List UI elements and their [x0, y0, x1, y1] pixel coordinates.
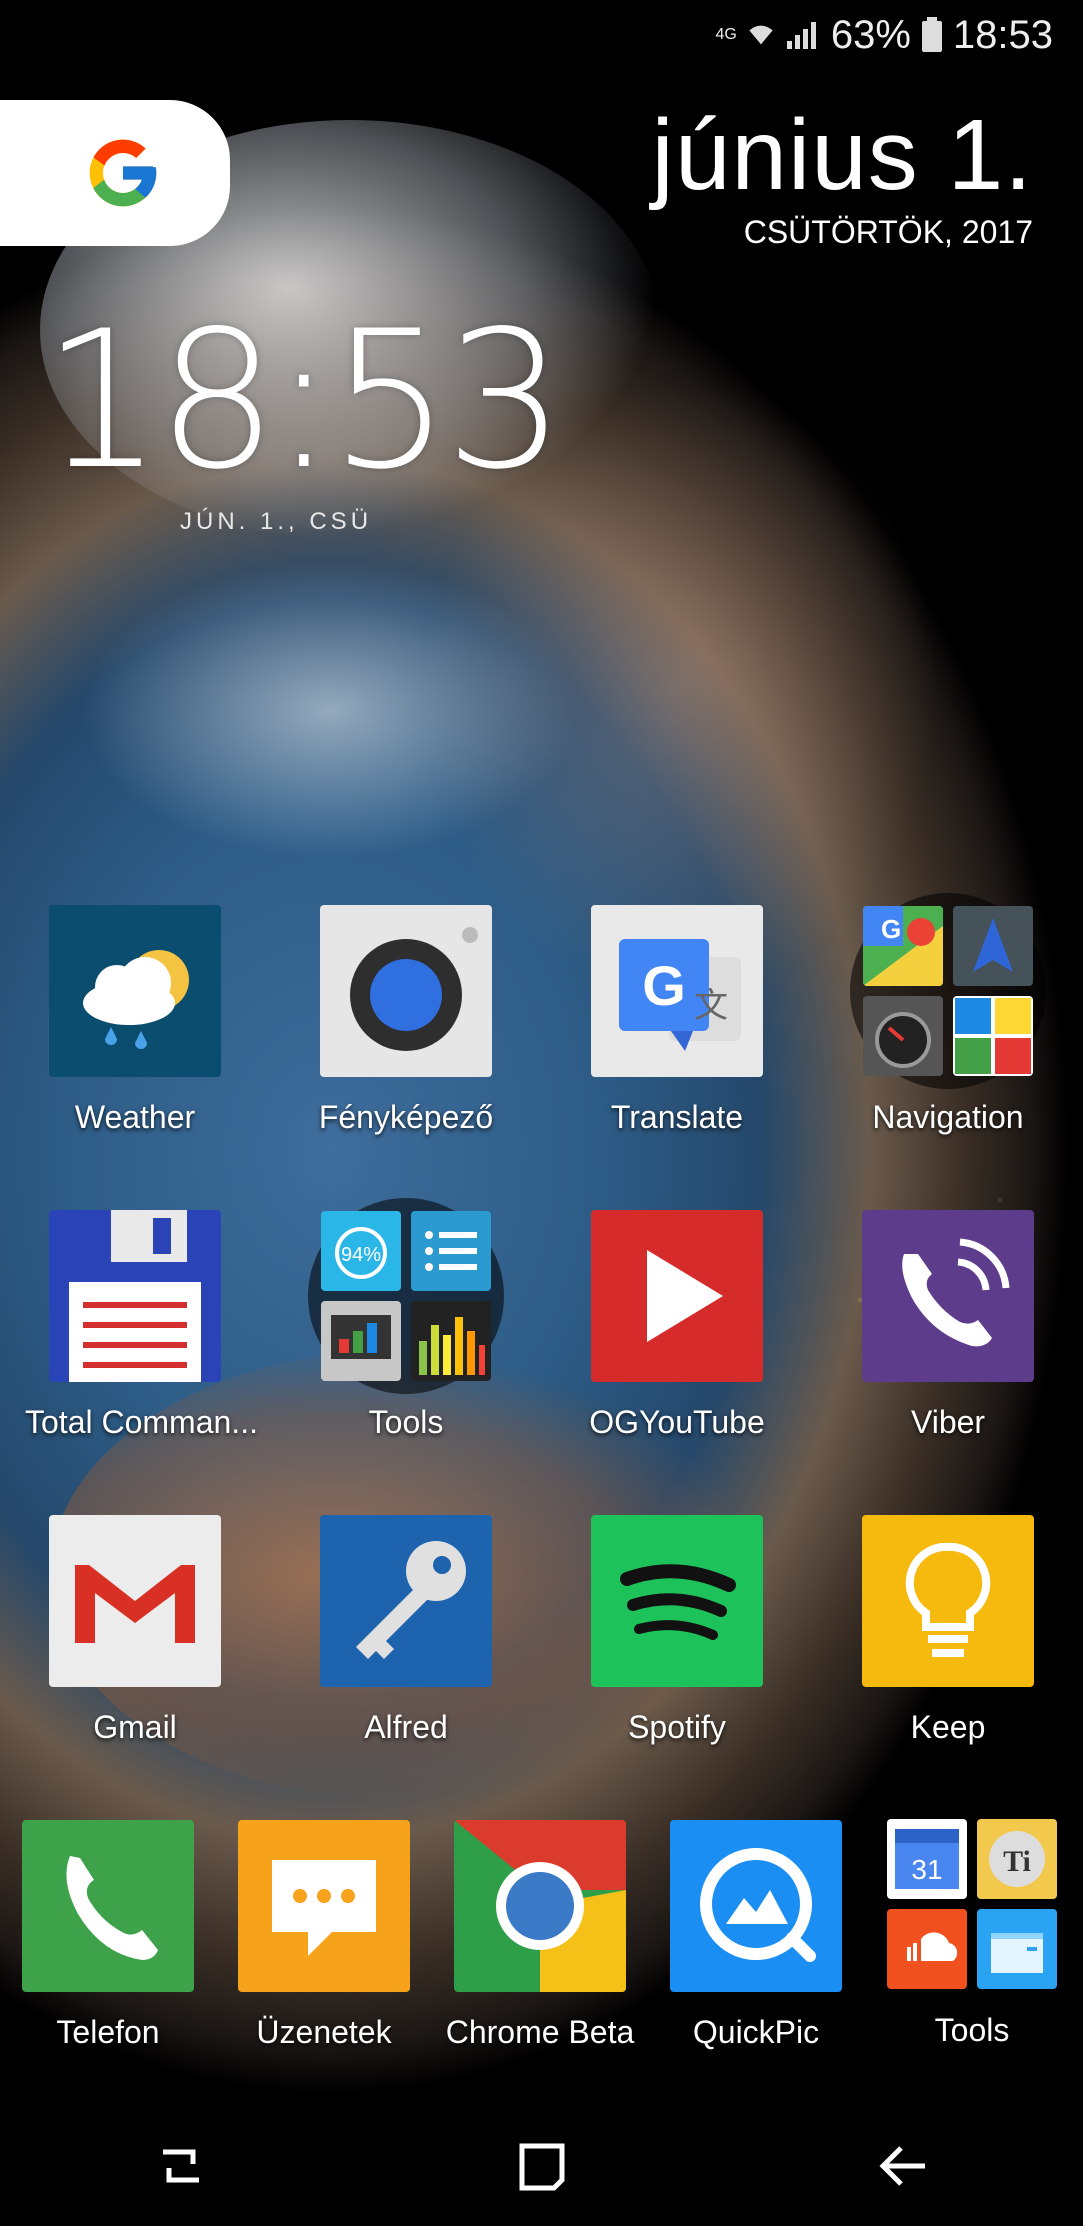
maps-icon: G — [863, 906, 943, 986]
google-icon — [89, 139, 157, 207]
chrome-icon — [454, 1820, 626, 1992]
list-icon — [411, 1211, 491, 1291]
app-label: Alfred — [364, 1709, 448, 1745]
equalizer-icon — [411, 1301, 491, 1381]
app-total-commander[interactable]: Total Comman... — [25, 1210, 258, 1441]
dock-quickpic[interactable]: QuickPic — [648, 1820, 864, 2051]
clock-date-label: JÚN. 1., CSÜ — [180, 508, 373, 535]
svg-text:G: G — [881, 914, 901, 944]
app-label: Weather — [74, 1099, 196, 1135]
camera-icon — [320, 905, 492, 1077]
floppy-disk-icon — [49, 1210, 221, 1382]
weather-icon — [49, 905, 221, 1077]
dock-folder-tools[interactable]: 31 Ti Tools — [864, 1806, 1080, 2049]
app-label: Chrome Beta — [445, 2014, 635, 2050]
lightbulb-icon — [862, 1515, 1034, 1687]
battery-percent: 63% — [830, 12, 911, 57]
play-icon — [591, 1210, 763, 1382]
home-button[interactable] — [502, 2126, 582, 2206]
app-label: Navigation — [872, 1099, 1024, 1135]
folder-icon: 31 Ti — [874, 1806, 1070, 2002]
weekday-year-label: CSÜTÖRTÖK, 2017 — [743, 214, 1033, 250]
network-label: 4G — [715, 26, 737, 43]
home-icon — [519, 2143, 564, 2191]
app-label: Viber — [910, 1404, 986, 1440]
phone-icon — [22, 1820, 194, 1992]
folder-icon: G — [850, 893, 1046, 1089]
svg-text:31: 31 — [911, 1854, 942, 1885]
app-keep[interactable]: Keep — [838, 1515, 1058, 1746]
phone-waves-icon — [862, 1210, 1034, 1382]
folder-navigation[interactable]: G Navigation — [838, 893, 1058, 1136]
app-camera[interactable]: Fényképező — [296, 905, 516, 1136]
signal-icon — [786, 22, 816, 49]
app-gmail[interactable]: Gmail — [25, 1515, 245, 1746]
app-label: Tools — [934, 2012, 1010, 2048]
app-label: OGYouTube — [589, 1404, 765, 1440]
app-alfred[interactable]: Alfred — [296, 1515, 516, 1746]
app-label: Üzenetek — [256, 2014, 392, 2050]
app-label: Tools — [368, 1404, 444, 1440]
svg-text:文: 文 — [694, 986, 728, 1026]
wifi-icon — [749, 25, 773, 45]
app-spotify[interactable]: Spotify — [567, 1515, 787, 1746]
battery-icon — [921, 17, 942, 52]
app-translate[interactable]: G 文 Translate — [567, 905, 787, 1136]
app-label: Telefon — [56, 2014, 160, 2050]
recents-button[interactable] — [141, 2126, 221, 2206]
soundcloud-icon — [887, 1909, 967, 1989]
battery-gauge-icon: 94% — [321, 1211, 401, 1291]
back-button[interactable] — [863, 2126, 943, 2206]
svg-text:Ti: Ti — [1003, 1845, 1031, 1878]
date-widget[interactable]: június 1. CSÜTÖRTÖK, 2017 — [652, 100, 1033, 251]
app-weather[interactable]: Weather — [25, 905, 245, 1136]
key-icon — [320, 1515, 492, 1687]
folder-tools[interactable]: 94% Tools — [296, 1198, 516, 1441]
recents-icon — [162, 2149, 199, 2183]
transit-icon — [953, 996, 1033, 1076]
status-bar: 4G 63% 18:53 — [715, 10, 1053, 60]
file-manager-icon — [977, 1909, 1057, 1989]
dock-telefon[interactable]: Telefon — [0, 1820, 216, 2051]
date-label: június 1. — [651, 99, 1033, 211]
dock-uzenetek[interactable]: Üzenetek — [216, 1820, 432, 2051]
app-label: Keep — [910, 1709, 986, 1745]
message-icon — [238, 1820, 410, 1992]
svg-text:94%: 94% — [341, 1244, 381, 1266]
navigation-bar — [0, 2106, 1083, 2226]
app-label: Translate — [610, 1099, 744, 1135]
app-viber[interactable]: Viber — [838, 1210, 1058, 1441]
navigation-arrow-icon — [953, 906, 1033, 986]
app-label: Total Comman... — [25, 1404, 258, 1440]
back-arrow-icon — [878, 2146, 925, 2186]
google-search-widget[interactable] — [0, 100, 230, 246]
chart-monitor-icon — [321, 1301, 401, 1381]
clock-widget[interactable]: 18:53 — [42, 290, 566, 511]
app-label: Fényképező — [318, 1099, 494, 1135]
quickpic-icon — [670, 1820, 842, 1992]
dock-chrome-beta[interactable]: Chrome Beta — [432, 1820, 648, 2051]
gmail-icon — [49, 1515, 221, 1687]
app-ogyoutube[interactable]: OGYouTube — [567, 1210, 787, 1441]
translate-icon: G 文 — [591, 905, 763, 1077]
folder-icon: 94% — [308, 1198, 504, 1394]
spotify-icon — [591, 1515, 763, 1687]
speedometer-icon — [863, 996, 943, 1076]
app-label: QuickPic — [692, 2014, 820, 2050]
text-tool-icon: Ti — [977, 1819, 1057, 1899]
app-label: Spotify — [628, 1709, 726, 1745]
svg-text:G: G — [642, 954, 686, 1017]
status-time: 18:53 — [952, 12, 1053, 57]
calendar-icon: 31 — [887, 1819, 967, 1899]
app-label: Gmail — [93, 1709, 177, 1745]
